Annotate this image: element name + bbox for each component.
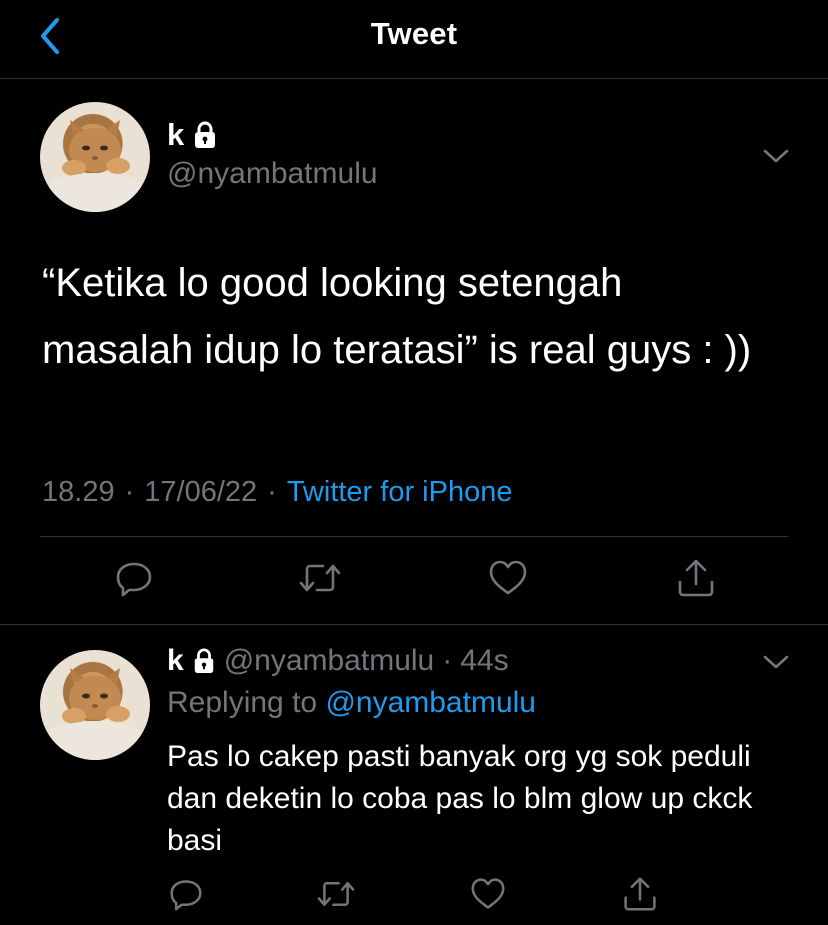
meta-separator: ·	[124, 476, 135, 508]
reply-button[interactable]	[166, 874, 206, 914]
tweet-source-link[interactable]: Twitter for iPhone	[287, 476, 513, 509]
cat-photo	[40, 120, 150, 212]
page-title: Tweet	[370, 16, 458, 51]
tweet-text: “Ketika lo good looking setengah masalah…	[42, 261, 752, 372]
author-handle[interactable]: @nyambatmulu	[167, 157, 378, 191]
author-handle[interactable]: @nyambatmulu	[224, 644, 435, 678]
replying-to-handle[interactable]: @nyambatmulu	[325, 686, 536, 719]
meta-separator: ·	[442, 644, 453, 677]
chevron-down-icon	[763, 149, 789, 163]
divider	[0, 624, 828, 625]
replying-prefix: Replying to	[167, 686, 318, 719]
lock-icon	[194, 648, 213, 673]
retweet-button[interactable]	[298, 556, 342, 600]
retweet-icon	[299, 564, 341, 592]
share-button[interactable]	[620, 874, 660, 914]
reply-text: Pas lo cakep pasti banyak org yg sok ped…	[167, 740, 753, 857]
divider	[40, 536, 788, 537]
tweet-actions	[0, 556, 828, 604]
reply-button[interactable]	[112, 556, 156, 600]
share-icon	[678, 559, 714, 597]
author-name[interactable]: k	[167, 117, 218, 153]
more-options-button[interactable]	[760, 646, 792, 678]
tweet-date: 17/06/22	[144, 476, 258, 508]
avatar[interactable]	[40, 102, 150, 212]
avatar[interactable]	[40, 650, 150, 760]
like-icon	[471, 878, 505, 909]
like-button[interactable]	[468, 874, 508, 914]
meta-separator: ·	[267, 476, 277, 508]
more-options-button[interactable]	[760, 140, 792, 172]
author-name[interactable]: k	[167, 644, 184, 678]
cat-photo	[40, 668, 150, 760]
reply-actions	[0, 874, 828, 916]
like-icon	[489, 560, 527, 595]
replying-to: Replying to @nyambatmulu	[167, 686, 536, 720]
retweet-icon	[317, 882, 355, 906]
retweet-button[interactable]	[316, 874, 356, 914]
reply-icon	[116, 562, 152, 597]
author-name-text: k	[167, 117, 185, 152]
share-button[interactable]	[674, 556, 718, 600]
reply-header: k @nyambatmulu · 44s	[167, 644, 509, 678]
tweet-time: 18.29	[42, 476, 115, 508]
like-button[interactable]	[486, 556, 530, 600]
reply-time: 44s	[460, 644, 509, 677]
chevron-down-icon	[763, 655, 789, 669]
share-icon	[624, 877, 656, 911]
lock-icon	[195, 121, 216, 148]
tweet-meta: 18.29 · 17/06/22 · Twitter for iPhone	[42, 476, 512, 509]
reply-icon	[170, 880, 202, 911]
